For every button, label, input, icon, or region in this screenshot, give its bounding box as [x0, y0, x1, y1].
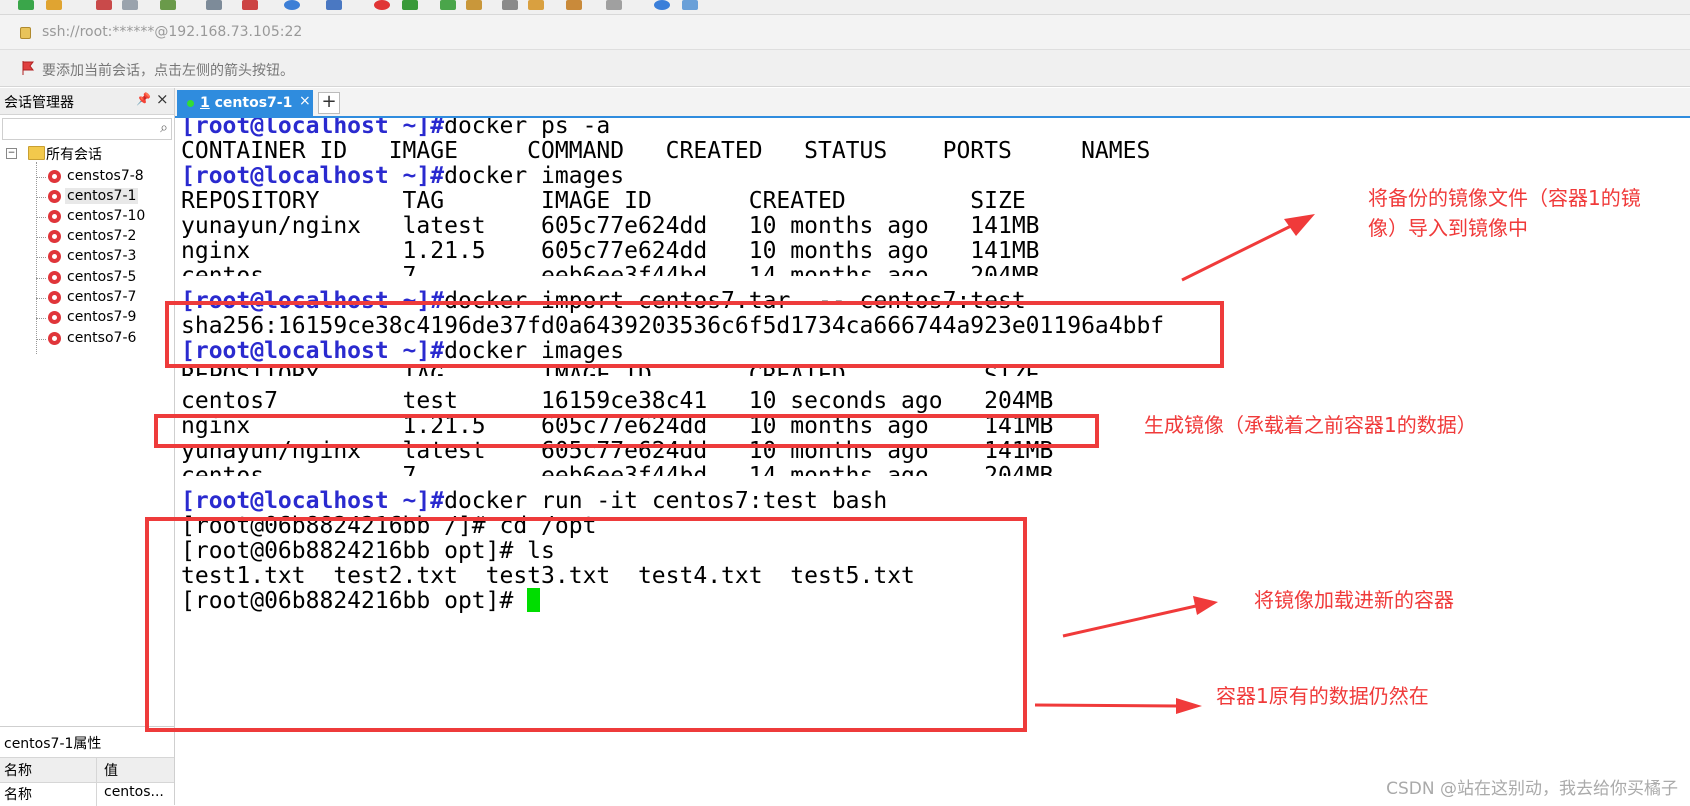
arrow-head: [1193, 596, 1218, 615]
annotation-new-image: 生成镜像（承载着之前容器1的数据）: [1144, 413, 1477, 437]
annotation-import-line1: 将备份的镜像文件（容器1的镜: [1368, 186, 1641, 210]
annotation-arrows: [1034, 214, 1315, 714]
arrow-line: [1062, 604, 1197, 638]
watermark: CSDN @站在这别动，我去给你买橘子: [1386, 779, 1678, 799]
arrow-line: [1034, 703, 1179, 708]
annotation-import-line2: 像）导入到镜像中: [1368, 216, 1528, 240]
annotation-load-container: 将镜像加载进新的容器: [1254, 588, 1454, 612]
arrow-line: [1181, 222, 1296, 282]
arrow-head: [1176, 698, 1202, 714]
annotation-data-persists: 容器1原有的数据仍然在: [1216, 684, 1429, 708]
arrow-head: [1284, 214, 1315, 236]
